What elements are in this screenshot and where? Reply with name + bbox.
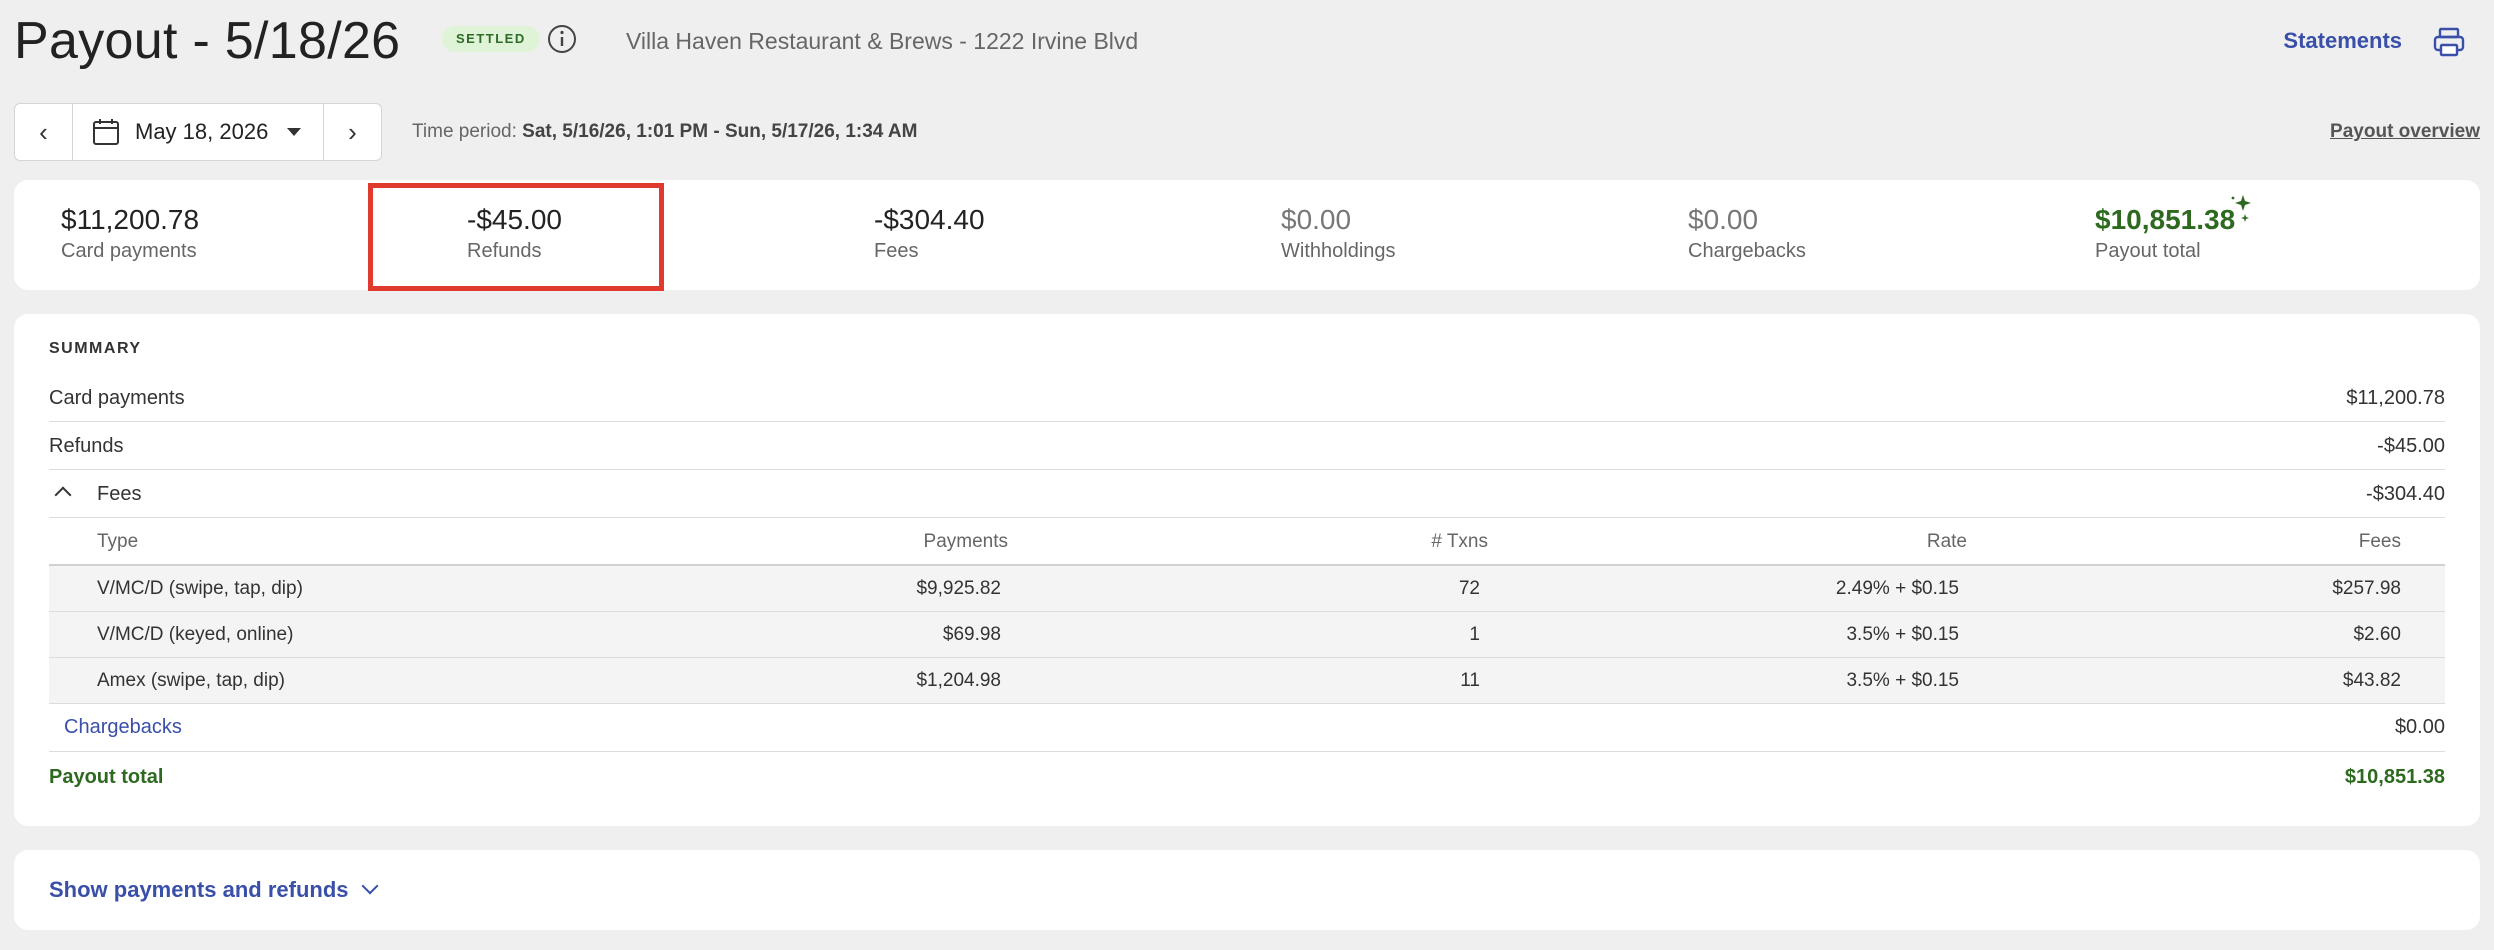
- cell-payments: $69.98: [942, 624, 1001, 645]
- show-payments-card: Show payments and refunds: [14, 850, 2480, 930]
- row-value: -$45.00: [2377, 435, 2445, 457]
- table-row: Amex (swipe, tap, dip) $1,204.98 11 3.5%…: [49, 658, 2445, 704]
- next-date-button[interactable]: ›: [323, 104, 381, 160]
- row-label: Refunds: [49, 435, 124, 457]
- summary-row-chargebacks: Chargebacks $0.00: [49, 702, 2445, 752]
- caret-down-icon: [287, 128, 301, 136]
- date-picker: ‹ May 18, 2026 ›: [14, 103, 382, 161]
- chevron-left-icon: ‹: [39, 116, 48, 147]
- total-withholdings: $0.00 Withholdings: [1281, 202, 1396, 264]
- header-type: Type: [97, 531, 139, 552]
- cell-rate: 3.5% + $0.15: [1846, 670, 1959, 691]
- calendar-icon: [93, 119, 119, 145]
- show-payments-button[interactable]: Show payments and refunds: [49, 850, 349, 930]
- row-value: $10,851.38: [2344, 766, 2445, 788]
- totals-card: $11,200.78 Card payments -$45.00 Refunds…: [14, 180, 2480, 291]
- total-payout: $10,851.38 Payout total: [2095, 202, 2235, 264]
- sparkle-icon: [2231, 195, 2251, 222]
- date-selector[interactable]: May 18, 2026: [73, 104, 323, 160]
- fee-table-header: Type Payments # Txns Rate Fees: [49, 518, 2445, 566]
- cell-fees: $257.98: [2332, 578, 2401, 599]
- table-row: V/MC/D (keyed, online) $69.98 1 3.5% + $…: [49, 612, 2445, 658]
- total-fees: -$304.40 Fees: [874, 202, 985, 264]
- chevron-down-icon[interactable]: [361, 877, 379, 895]
- header-fees: Fees: [2358, 531, 2401, 552]
- total-amount: $0.00: [1688, 204, 1759, 235]
- total-label: Card payments: [61, 240, 197, 262]
- row-label: Fees: [97, 483, 142, 505]
- time-period-label: Time period:: [412, 121, 517, 142]
- info-icon[interactable]: [546, 23, 578, 55]
- payout-overview-link[interactable]: Payout overview: [2330, 103, 2480, 161]
- total-label: Withholdings: [1281, 240, 1396, 262]
- summary-row-card-payments: Card payments $11,200.78: [49, 374, 2445, 422]
- cell-type: Amex (swipe, tap, dip): [97, 670, 285, 691]
- time-period: Time period: Sat, 5/16/26, 1:01 PM - Sun…: [412, 103, 917, 161]
- page-title: Payout - 5/18/26: [14, 12, 401, 70]
- cell-type: V/MC/D (keyed, online): [97, 624, 294, 645]
- summary-row-payout-total: Payout total $10,851.38: [49, 752, 2445, 802]
- previous-date-button[interactable]: ‹: [15, 104, 73, 160]
- status-badge: SETTLED: [442, 26, 540, 52]
- total-label: Chargebacks: [1688, 240, 1806, 262]
- cell-payments: $9,925.82: [916, 578, 1001, 599]
- summary-row-refunds: Refunds -$45.00: [49, 422, 2445, 470]
- summary-card: SUMMARY Card payments $11,200.78 Refunds…: [14, 314, 2480, 826]
- total-chargebacks: $0.00 Chargebacks: [1688, 202, 1806, 264]
- header-payments: Payments: [923, 531, 1008, 552]
- row-value: $11,200.78: [2346, 387, 2445, 409]
- location-name: Villa Haven Restaurant & Brews - 1222 Ir…: [626, 28, 1139, 54]
- time-period-value: Sat, 5/16/26, 1:01 PM - Sun, 5/17/26, 1:…: [522, 121, 918, 142]
- summary-row-fees[interactable]: Fees -$304.40: [49, 470, 2445, 518]
- header-txns: # Txns: [1431, 531, 1488, 552]
- header-rate: Rate: [1926, 531, 1967, 552]
- chevron-right-icon: ›: [348, 116, 357, 147]
- cell-txns: 11: [1460, 670, 1480, 691]
- row-label: Payout total: [49, 766, 164, 788]
- cell-fees: $2.60: [2353, 624, 2401, 645]
- refunds-highlight-box: [368, 183, 664, 291]
- cell-txns: 1: [1469, 624, 1480, 645]
- total-label: Payout total: [2095, 240, 2201, 262]
- fee-table: Type Payments # Txns Rate Fees V/MC/D (s…: [49, 518, 2445, 704]
- total-amount: $0.00: [1281, 204, 1352, 235]
- table-row: V/MC/D (swipe, tap, dip) $9,925.82 72 2.…: [49, 566, 2445, 612]
- total-amount: $11,200.78: [61, 204, 200, 235]
- row-value: -$304.40: [2366, 483, 2445, 505]
- summary-title: SUMMARY: [49, 340, 142, 357]
- chargebacks-link[interactable]: Chargebacks: [64, 702, 182, 752]
- print-icon[interactable]: [2432, 26, 2466, 58]
- cell-type: V/MC/D (swipe, tap, dip): [97, 578, 303, 599]
- total-amount: -$304.40: [874, 204, 985, 235]
- row-label: Card payments: [49, 387, 185, 409]
- cell-rate: 3.5% + $0.15: [1846, 624, 1959, 645]
- cell-txns: 72: [1458, 578, 1480, 599]
- total-card-payments: $11,200.78 Card payments: [61, 202, 199, 264]
- cell-payments: $1,204.98: [916, 670, 1001, 691]
- selected-date: May 18, 2026: [135, 119, 269, 144]
- total-label: Fees: [874, 240, 919, 262]
- row-value: $0.00: [2394, 716, 2445, 738]
- cell-fees: $43.82: [2342, 670, 2401, 691]
- cell-rate: 2.49% + $0.15: [1835, 578, 1959, 599]
- chevron-up-icon[interactable]: [54, 486, 72, 504]
- page-header: Payout - 5/18/26 SETTLED Villa Haven Res…: [14, 6, 2494, 76]
- total-amount: $10,851.38: [2095, 204, 2236, 235]
- statements-link[interactable]: Statements: [2283, 6, 2402, 76]
